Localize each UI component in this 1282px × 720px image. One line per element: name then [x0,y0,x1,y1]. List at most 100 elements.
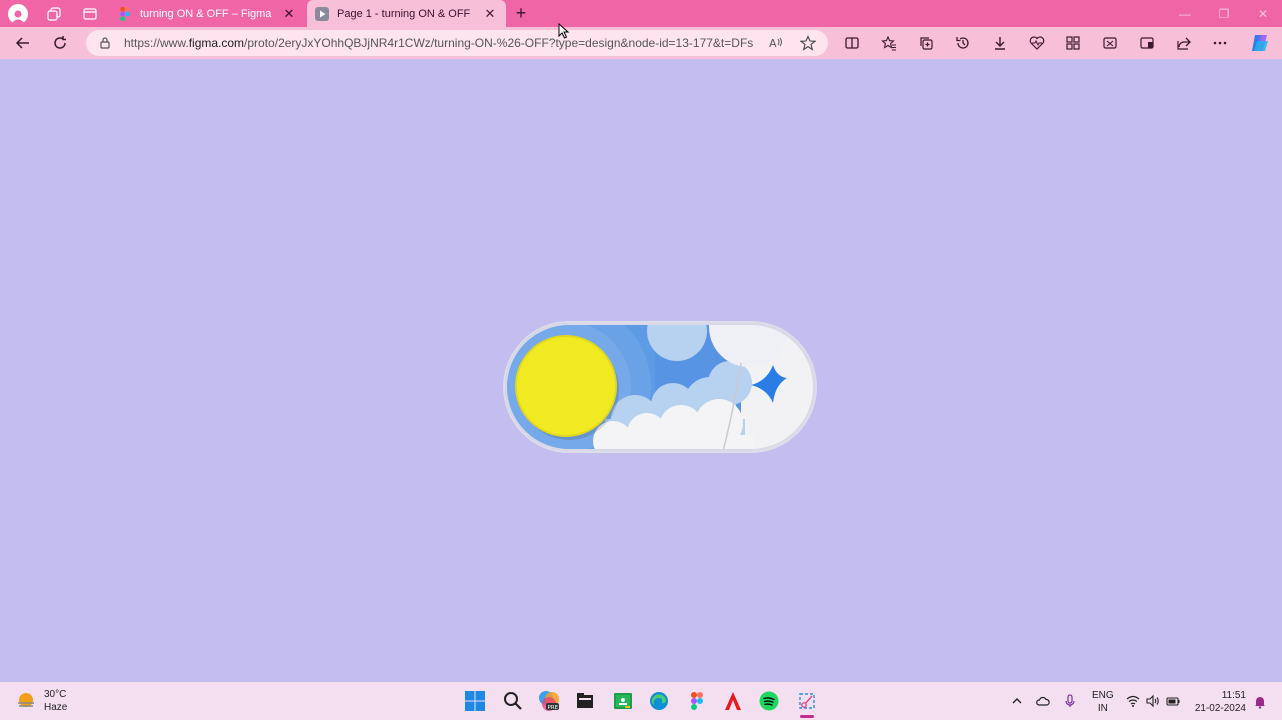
weather-widget[interactable]: 30°C Haze [16,688,67,714]
plus-icon: + [515,2,527,23]
copilot-button[interactable] [1249,32,1271,54]
edge-icon [650,692,668,710]
minimize-button[interactable]: — [1166,0,1204,27]
restore-icon: ❐ [1218,6,1230,21]
favorite-star-icon[interactable] [800,35,816,51]
windows-icon [465,691,485,711]
start-button[interactable] [464,690,486,712]
language-indicator[interactable]: ENG IN [1092,689,1114,715]
microphone-icon [1065,694,1075,707]
tab-figma[interactable]: turning ON & OFF – Figma ✕ [110,0,305,27]
clock[interactable]: 11:51 21-02-2024 [1190,689,1246,715]
figma-app-icon [691,692,703,710]
tab-actions-button[interactable] [72,0,108,27]
back-button[interactable] [8,27,38,59]
share-icon [1177,37,1191,50]
lock-icon [100,37,110,49]
snipping-tool-button[interactable] [796,690,818,712]
close-window-button[interactable]: ✕ [1244,0,1282,27]
screenshot-icon [1103,37,1117,49]
address-bar[interactable]: https://www.figma.com/proto/2eryJxYOhhQB… [86,30,828,56]
copilot-icon [1252,35,1268,51]
bell-icon [1255,697,1265,709]
close-icon: ✕ [1257,6,1269,21]
refresh-icon [54,36,66,49]
split-screen-button[interactable] [843,34,861,52]
microphone-button[interactable] [1062,693,1078,709]
favorites-icon [881,35,896,51]
haze-sun-icon [18,693,34,707]
spotify-icon [759,691,779,711]
acrobat-button[interactable] [722,690,744,712]
battery-icon [1166,697,1180,706]
toggle-scene [505,323,815,451]
onedrive-button[interactable] [1035,693,1051,709]
day-night-toggle[interactable] [505,323,815,451]
workspaces-button[interactable] [36,0,72,27]
favorites-button[interactable] [880,34,898,52]
share-button[interactable] [1175,34,1193,52]
search-icon [504,692,522,710]
clock-time: 11:51 [1221,690,1246,701]
battery-button[interactable] [1165,693,1181,709]
tab-label: Page 1 - turning ON & OFF [337,7,471,20]
more-dots-icon [1213,41,1227,45]
adobe-acrobat-icon [725,692,741,710]
spotify-button[interactable] [758,690,780,712]
sidebar-button[interactable] [1138,34,1156,52]
search-button[interactable] [502,690,524,712]
back-arrow-icon [15,37,29,49]
refresh-button[interactable] [45,27,75,59]
snipping-tool-icon [799,693,815,709]
mouse-cursor-icon [558,23,570,39]
maximize-button[interactable]: ❐ [1205,0,1243,27]
history-icon [956,37,969,49]
history-button[interactable] [954,34,972,52]
weather-temp: 30°C [44,689,67,700]
wifi-button[interactable] [1125,693,1141,709]
screenshot-button[interactable] [1101,34,1119,52]
svg-text:A: A [769,37,777,50]
minimize-icon: — [1179,6,1191,21]
downloads-button[interactable] [991,34,1009,52]
classroom-button[interactable] [612,690,634,712]
url-text: https://www.figma.com/proto/2eryJxYOhhQB… [124,36,754,50]
new-tab-button[interactable]: + [511,3,531,23]
more-button[interactable] [1211,34,1229,52]
notifications-button[interactable] [1252,694,1268,710]
show-hidden-icons-button[interactable] [1009,693,1025,709]
tab-page-1[interactable]: Page 1 - turning ON & OFF ✕ [307,0,506,27]
file-explorer-icon [577,693,593,708]
chevron-up-icon [1012,698,1022,704]
performance-button[interactable] [1028,34,1046,52]
download-icon [995,37,1005,50]
file-explorer-button[interactable] [574,690,596,712]
extensions-button[interactable] [1064,34,1082,52]
workspaces-icon [47,6,61,21]
cloud-icon [1036,696,1050,706]
collections-icon [920,37,933,50]
clock-date: 21-02-2024 [1194,703,1246,714]
read-aloud-icon[interactable]: A [768,35,784,51]
tab-actions-icon [83,7,97,20]
figma-taskbar-button[interactable] [686,690,708,712]
speaker-icon [1146,694,1159,708]
figma-icon [118,6,132,21]
profile-icon [8,3,28,24]
svg-text:PRE: PRE [548,705,559,711]
collections-button[interactable] [917,34,935,52]
taskbar [0,682,1282,720]
close-tab-icon[interactable]: ✕ [281,6,297,22]
classroom-icon [614,693,632,709]
tab-label: turning ON & OFF – Figma [140,7,272,20]
close-tab-icon[interactable]: ✕ [482,6,498,22]
profile-button[interactable] [0,0,36,27]
active-app-indicator [800,715,814,718]
edge-button[interactable] [648,690,670,712]
extensions-icon [1066,36,1080,50]
play-icon [315,6,329,21]
wifi-icon [1126,695,1140,707]
copilot-taskbar-button[interactable]: PRE [538,690,560,712]
sidebar-icon [1140,37,1154,49]
volume-button[interactable] [1145,693,1161,709]
